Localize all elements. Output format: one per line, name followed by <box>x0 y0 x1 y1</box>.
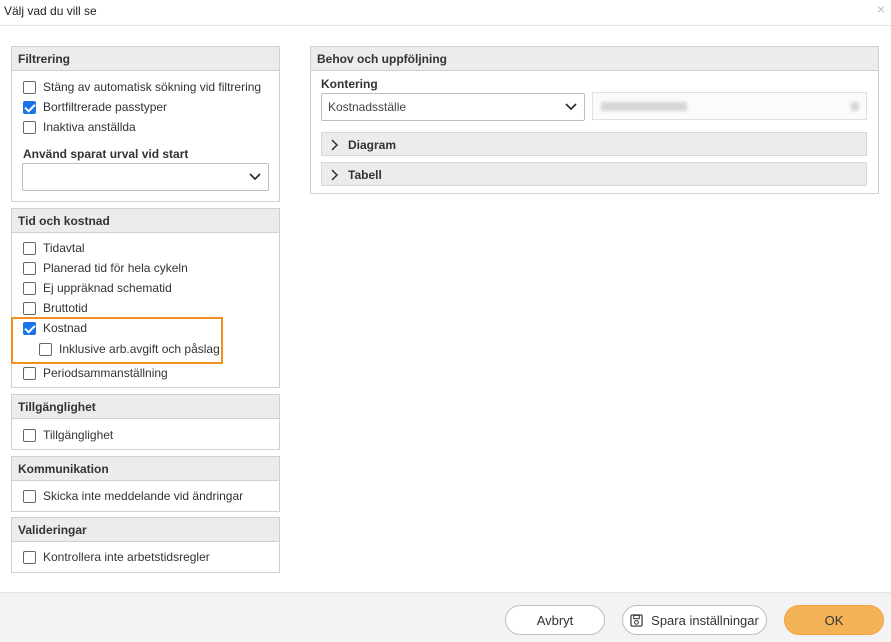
checkbox[interactable] <box>23 489 36 503</box>
panel-header-valideringar: Valideringar <box>12 518 279 542</box>
checkbox-row-no-messages[interactable]: Skicka inte meddelande vid ändringar <box>23 488 243 504</box>
checkbox[interactable] <box>23 281 36 295</box>
chevron-down-icon <box>248 169 262 186</box>
ok-button-label: OK <box>824 612 844 628</box>
save-settings-label: Spara inställningar <box>651 612 759 628</box>
checkbox[interactable] <box>23 80 36 94</box>
accordion-label: Diagram <box>348 138 397 152</box>
chevron-right-icon <box>330 139 340 154</box>
cancel-button-label: Avbryt <box>536 612 574 628</box>
checkbox-label: Inaktiva anställda <box>43 120 136 134</box>
close-icon[interactable]: × <box>877 2 885 16</box>
checkbox[interactable] <box>23 428 36 442</box>
kontering-select[interactable]: Kostnadsställe <box>321 93 585 121</box>
checkbox[interactable] <box>23 366 36 380</box>
cancel-button[interactable]: Avbryt <box>505 605 605 635</box>
panel-header-tillganglighet: Tillgänglighet <box>12 395 279 419</box>
checkbox[interactable] <box>23 550 36 564</box>
checkbox-label: Kostnad <box>43 321 88 335</box>
checkbox-row-schedule-time[interactable]: Ej uppräknad schematid <box>23 280 172 296</box>
chevron-right-icon <box>330 169 340 184</box>
checkbox-label: Bruttotid <box>43 301 88 315</box>
chevron-down-icon <box>564 99 578 116</box>
checkbox-label: Bortfiltrerade passtyper <box>43 100 168 114</box>
checkbox[interactable] <box>23 100 36 114</box>
accordion-label: Tabell <box>348 168 382 182</box>
checkbox[interactable] <box>23 301 36 315</box>
dialog-title: Välj vad du vill se <box>4 4 97 18</box>
checkbox-label: Kontrollera inte arbetstidsregler <box>43 550 210 564</box>
redacted-text <box>851 102 859 111</box>
panel-kommunikation: Kommunikation Skicka inte meddelande vid… <box>11 456 280 512</box>
dialog-footer: Avbryt Spara inställningar OK <box>0 592 891 642</box>
checkbox[interactable] <box>23 120 36 134</box>
checkbox-row-period-summary[interactable]: Periodsammanställning <box>23 365 168 381</box>
save-settings-button[interactable]: Spara inställningar <box>622 605 767 635</box>
checkbox-row-planned-time[interactable]: Planerad tid för hela cykeln <box>23 260 188 276</box>
redacted-text <box>601 102 687 111</box>
checkbox-row-no-work-rules[interactable]: Kontrollera inte arbetstidsregler <box>23 549 210 565</box>
panel-header-behov: Behov och uppföljning <box>311 47 878 71</box>
checkbox-label: Stäng av automatisk sökning vid filtreri… <box>43 80 262 94</box>
checkbox-label: Ej uppräknad schematid <box>43 281 172 295</box>
checkbox-label: Periodsammanställning <box>43 366 168 380</box>
checkbox[interactable] <box>23 261 36 275</box>
checkbox-label: Tidavtal <box>43 241 85 255</box>
checkbox[interactable] <box>39 342 52 356</box>
kontering-label: Kontering <box>321 77 378 91</box>
checkbox-label: Skicka inte meddelande vid ändringar <box>43 489 244 503</box>
panel-header-filtrering: Filtrering <box>12 47 279 71</box>
saved-selection-label: Använd sparat urval vid start <box>23 147 189 161</box>
checkbox-row-filtered-shift-types[interactable]: Bortfiltrerade passtyper <box>23 99 167 115</box>
panel-behov-och-uppfoljning: Behov och uppföljning Kontering Kostnads… <box>310 46 879 194</box>
checkbox-row-bruttotid[interactable]: Bruttotid <box>23 300 88 316</box>
panel-tid-och-kostnad: Tid och kostnad Tidavtal Planerad tid fö… <box>11 208 280 388</box>
panel-header-tid-och-kostnad: Tid och kostnad <box>12 209 279 233</box>
checkbox-label: Planerad tid för hela cykeln <box>43 261 188 275</box>
checkbox-row-auto-search[interactable]: Stäng av automatisk sökning vid filtreri… <box>23 79 261 95</box>
dialog-titlebar: Välj vad du vill se × <box>0 0 891 26</box>
checkbox-label: Inklusive arb.avgift och påslag <box>59 342 220 356</box>
panel-header-kommunikation: Kommunikation <box>12 457 279 481</box>
checkbox-label: Tillgänglighet <box>43 428 114 442</box>
checkbox[interactable] <box>23 321 36 335</box>
checkbox-row-kostnad[interactable]: Kostnad <box>23 320 87 336</box>
accordion-diagram[interactable]: Diagram <box>321 132 867 156</box>
checkbox-row-inactive-employees[interactable]: Inaktiva anställda <box>23 119 136 135</box>
kontering-value: Kostnadsställe <box>328 100 407 114</box>
panel-tillganglighet: Tillgänglighet Tillgänglighet <box>11 394 280 450</box>
accordion-tabell[interactable]: Tabell <box>321 162 867 186</box>
panel-valideringar: Valideringar Kontrollera inte arbetstids… <box>11 517 280 573</box>
panel-filtrering: Filtrering Stäng av automatisk sökning v… <box>11 46 280 202</box>
checkbox[interactable] <box>23 241 36 255</box>
saved-selection-select[interactable] <box>22 163 269 191</box>
ok-button[interactable]: OK <box>784 605 884 635</box>
save-icon <box>630 613 643 627</box>
checkbox-row-include-fees[interactable]: Inklusive arb.avgift och påslag <box>39 341 220 357</box>
checkbox-row-tidavtal[interactable]: Tidavtal <box>23 240 85 256</box>
checkbox-row-tillganglighet[interactable]: Tillgänglighet <box>23 427 113 443</box>
redacted-field[interactable] <box>592 92 867 120</box>
